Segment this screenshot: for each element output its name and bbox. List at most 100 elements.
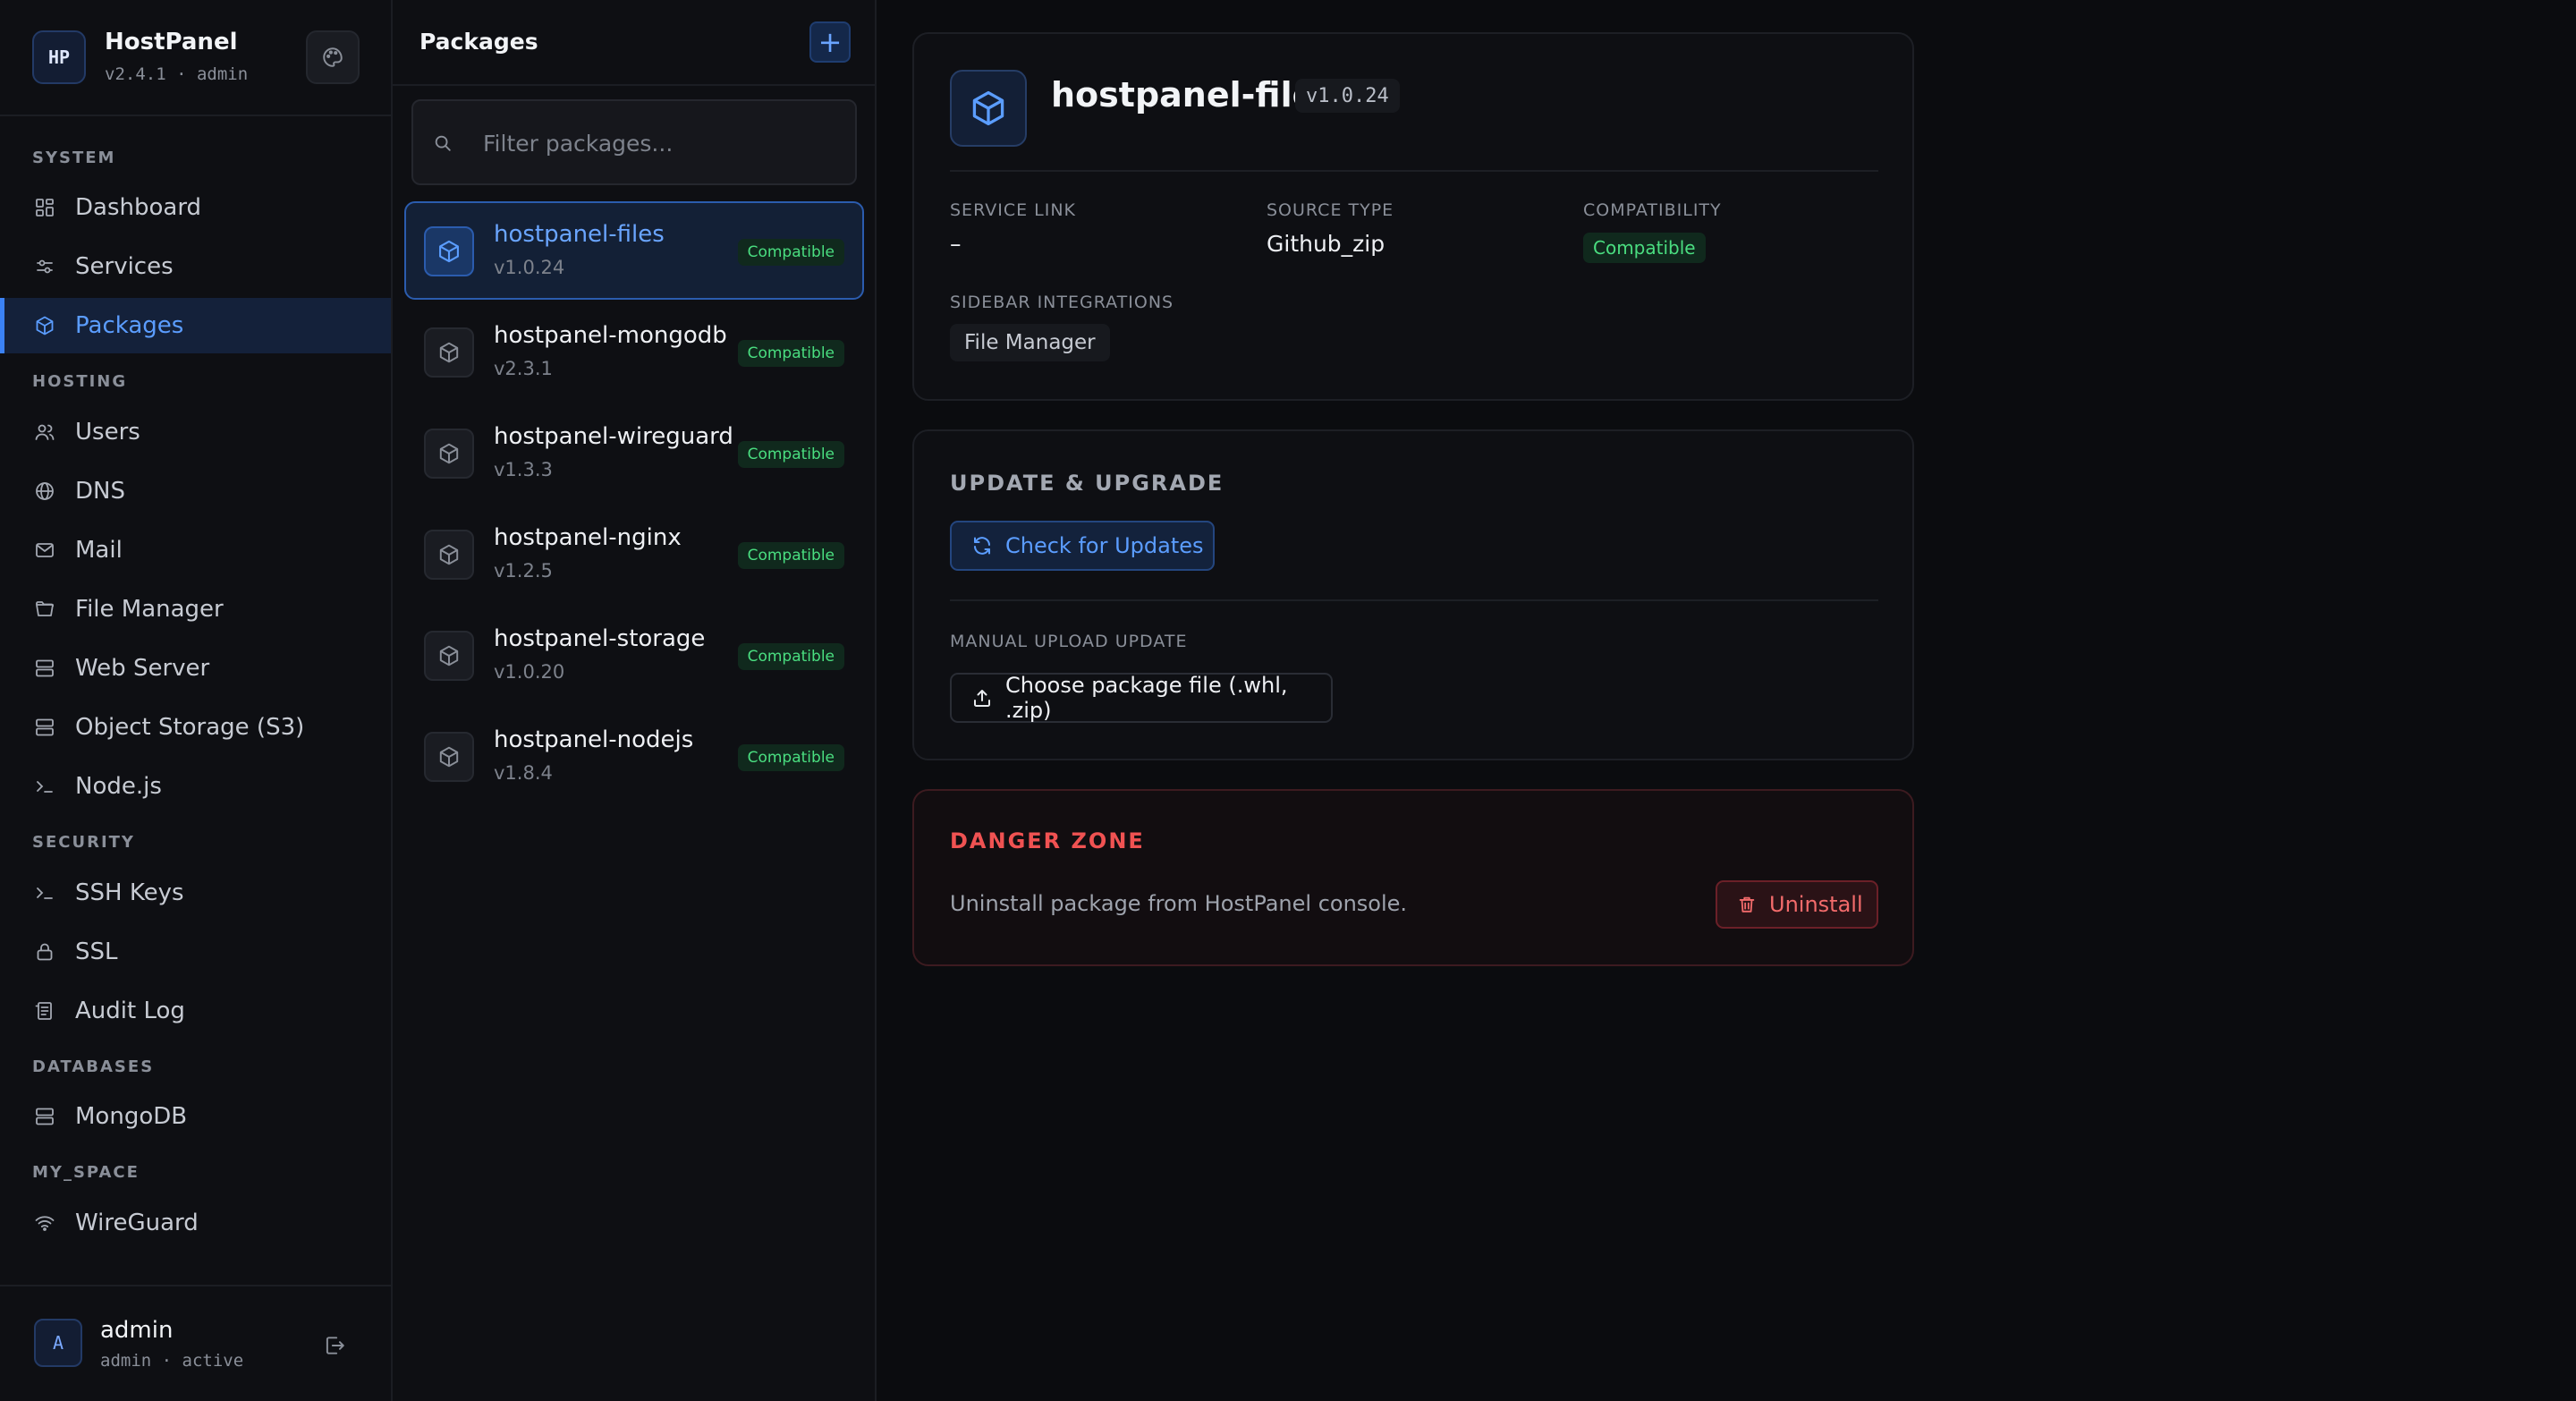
- sidebar-integrations-label: SIDEBAR INTEGRATIONS: [950, 293, 1174, 312]
- package-item-hostpanel-wireguard[interactable]: hostpanel-wireguard v1.3.3 Compatible: [404, 403, 864, 502]
- package-item-hostpanel-files[interactable]: hostpanel-files v1.0.24 Compatible: [404, 201, 864, 300]
- status-badge: Compatible: [737, 643, 844, 670]
- mail-icon: [32, 538, 57, 563]
- status-badge: Compatible: [737, 542, 844, 569]
- package-name: hostpanel-files: [494, 221, 665, 248]
- dashboard-icon: [32, 195, 57, 220]
- nav-section-hosting: HOSTING: [32, 372, 128, 391]
- package-item-hostpanel-nginx[interactable]: hostpanel-nginx v1.2.5 Compatible: [404, 505, 864, 603]
- nav-section-my-space: MY_SPACE: [32, 1163, 140, 1182]
- divider: [950, 170, 1878, 172]
- choose-file-label: Choose package file (.whl, .zip): [1005, 673, 1288, 723]
- manual-upload-label: MANUAL UPLOAD UPDATE: [950, 632, 1188, 651]
- package-version: v1.0.24: [494, 257, 565, 278]
- user-profile: A admin admin · active: [0, 1285, 391, 1401]
- globe-icon: [32, 479, 57, 504]
- avatar: A: [34, 1319, 82, 1367]
- integration-chip: File Manager: [950, 324, 1110, 361]
- package-icon: [950, 70, 1027, 147]
- sidebar-item-label: WireGuard: [75, 1210, 199, 1236]
- status-badge: Compatible: [737, 744, 844, 771]
- sidebar-item-label: MongoDB: [75, 1103, 188, 1130]
- logout-button[interactable]: [318, 1329, 351, 1362]
- sidebar: HP HostPanel v2.4.1 · admin SYSTEM Dashb…: [0, 0, 393, 1401]
- sidebar-item-dns[interactable]: DNS: [0, 463, 391, 519]
- sidebar-item-file-manager[interactable]: File Manager: [0, 582, 391, 637]
- update-section-title: UPDATE & UPGRADE: [950, 471, 1224, 496]
- status-badge: Compatible: [737, 441, 844, 468]
- sidebar-item-packages[interactable]: Packages: [0, 298, 391, 353]
- upload-icon: [971, 687, 993, 709]
- sidebar-item-label: Audit Log: [75, 998, 185, 1024]
- theme-button[interactable]: [306, 30, 360, 84]
- sidebar-item-nodejs[interactable]: Node.js: [0, 759, 391, 814]
- package-name: hostpanel-wireguard: [494, 423, 733, 450]
- package-name: hostpanel-nodejs: [494, 726, 694, 753]
- sidebar-item-ssl[interactable]: SSL: [0, 924, 391, 980]
- package-name: hostpanel-storage: [494, 625, 706, 652]
- wifi-icon: [32, 1210, 57, 1235]
- packages-panel: Packages + hostpanel-files v1.0.24 Compa…: [393, 0, 877, 1401]
- logout-icon: [326, 1337, 344, 1354]
- package-title: hostpanel-files: [1051, 75, 1335, 115]
- service-link-label: SERVICE LINK: [950, 200, 1077, 220]
- log-icon: [32, 998, 57, 1023]
- package-item-hostpanel-nodejs[interactable]: hostpanel-nodejs v1.8.4 Compatible: [404, 707, 864, 805]
- package-icon: [424, 226, 474, 276]
- package-version: v2.3.1: [494, 358, 553, 379]
- package-name: hostpanel-nginx: [494, 524, 682, 551]
- package-version: v1.3.3: [494, 459, 553, 480]
- packages-header: Packages +: [393, 0, 875, 86]
- danger-zone-description: Uninstall package from HostPanel console…: [950, 891, 1408, 916]
- sidebar-item-label: Web Server: [75, 655, 210, 682]
- terminal-icon: [32, 774, 57, 799]
- package-icon: [424, 631, 474, 681]
- package-icon: [424, 327, 474, 378]
- sidebar-item-label: Mail: [75, 537, 123, 564]
- uninstall-button[interactable]: Uninstall: [1716, 880, 1878, 929]
- server-icon: [32, 715, 57, 740]
- sidebar-item-audit-log[interactable]: Audit Log: [0, 983, 391, 1039]
- sidebar-item-mongodb[interactable]: MongoDB: [0, 1089, 391, 1144]
- package-icon: [32, 313, 57, 338]
- sidebar-item-label: File Manager: [75, 596, 224, 623]
- divider: [950, 599, 1878, 601]
- palette-icon: [323, 47, 343, 67]
- sidebar-item-object-storage[interactable]: Object Storage (S3): [0, 700, 391, 755]
- users-icon: [32, 420, 57, 445]
- packages-title: Packages: [419, 29, 538, 55]
- package-icon: [424, 429, 474, 479]
- check-updates-button[interactable]: Check for Updates: [950, 521, 1215, 571]
- sidebar-item-wireguard[interactable]: WireGuard: [0, 1195, 391, 1251]
- status-badge: Compatible: [737, 340, 844, 367]
- sidebar-item-web-server[interactable]: Web Server: [0, 641, 391, 696]
- sidebar-item-users[interactable]: Users: [0, 404, 391, 460]
- server-icon: [32, 1104, 57, 1129]
- sidebar-item-mail[interactable]: Mail: [0, 522, 391, 578]
- search-icon: [433, 133, 453, 157]
- uninstall-label: Uninstall: [1769, 892, 1863, 917]
- sidebar-item-dashboard[interactable]: Dashboard: [0, 180, 391, 235]
- folder-icon: [32, 597, 57, 622]
- package-item-hostpanel-mongodb[interactable]: hostpanel-mongodb v2.3.1 Compatible: [404, 302, 864, 401]
- compatibility-badge: Compatible: [1583, 233, 1706, 263]
- sliders-icon: [32, 254, 57, 279]
- sidebar-item-label: Services: [75, 253, 174, 280]
- sidebar-item-services[interactable]: Services: [0, 239, 391, 294]
- update-card: UPDATE & UPGRADE Check for Updates MANUA…: [912, 429, 1914, 760]
- sidebar-item-label: Packages: [75, 312, 184, 339]
- source-type-value: Github_zip: [1267, 231, 1385, 257]
- sidebar-item-label: SSL: [75, 938, 118, 965]
- add-package-button[interactable]: +: [809, 21, 851, 63]
- filter-box: [411, 99, 857, 185]
- sidebar-item-label: Node.js: [75, 773, 162, 800]
- package-name: hostpanel-mongodb: [494, 322, 727, 349]
- danger-zone-title: DANGER ZONE: [950, 828, 1145, 853]
- choose-file-button[interactable]: Choose package file (.whl, .zip): [950, 673, 1333, 723]
- sidebar-item-label: Dashboard: [75, 194, 202, 221]
- package-item-hostpanel-storage[interactable]: hostpanel-storage v1.0.20 Compatible: [404, 606, 864, 704]
- filter-packages-input[interactable]: [483, 123, 841, 164]
- sidebar-item-ssh-keys[interactable]: SSH Keys: [0, 865, 391, 921]
- nav-section-system: SYSTEM: [32, 149, 116, 167]
- server-icon: [32, 656, 57, 681]
